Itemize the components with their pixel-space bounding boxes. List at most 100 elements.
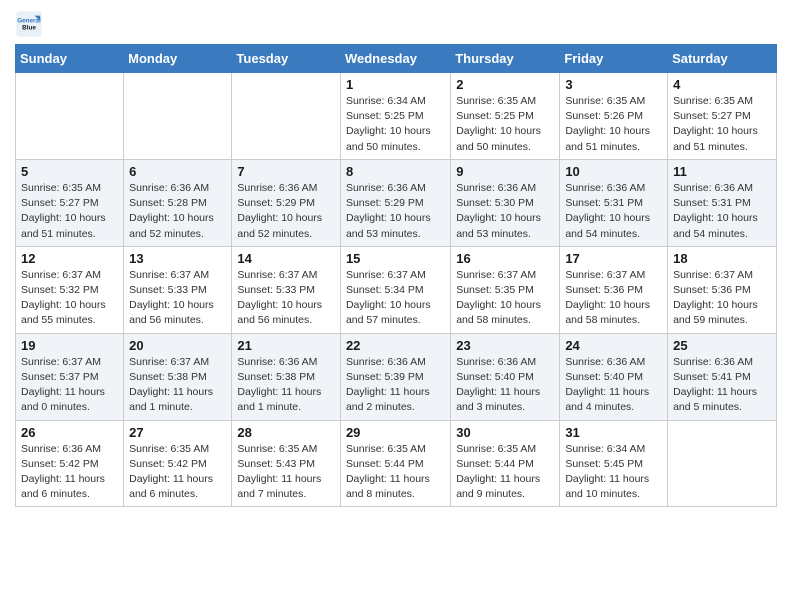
- day-info: Sunrise: 6:35 AM Sunset: 5:27 PM Dayligh…: [673, 94, 771, 155]
- day-number: 6: [129, 164, 226, 179]
- calendar-cell: 7Sunrise: 6:36 AM Sunset: 5:29 PM Daylig…: [232, 159, 341, 246]
- calendar-cell: [16, 73, 124, 160]
- day-number: 19: [21, 338, 118, 353]
- day-number: 25: [673, 338, 771, 353]
- calendar-cell: 14 Sunrise: 6:37 AM Sunset: 5:33 PM Dayli…: [232, 246, 341, 333]
- calendar-cell: 15Sunrise: 6:37 AM Sunset: 5:34 PM Dayli…: [340, 246, 450, 333]
- day-number: 18: [673, 251, 771, 266]
- day-number: 17: [565, 251, 662, 266]
- calendar-cell: 8 Sunrise: 6:36 AM Sunset: 5:29 PM Daylig…: [340, 159, 450, 246]
- day-info: Sunrise: 6:35 AM Sunset: 5:27 PM Dayligh…: [21, 181, 118, 242]
- calendar-cell: [124, 73, 232, 160]
- day-number: 3: [565, 77, 662, 92]
- calendar-cell: 19Sunrise: 6:37 AM Sunset: 5:37 PM Dayli…: [16, 333, 124, 420]
- day-number: 14: [237, 251, 335, 266]
- day-number: 31: [565, 425, 662, 440]
- calendar-cell: [232, 73, 341, 160]
- day-number: 24: [565, 338, 662, 353]
- day-number: 28: [237, 425, 335, 440]
- calendar-cell: 12Sunrise: 6:37 AM Sunset: 5:32 PM Dayli…: [16, 246, 124, 333]
- calendar-cell: 20Sunrise: 6:37 AM Sunset: 5:38 PM Dayli…: [124, 333, 232, 420]
- calendar-cell: 18 Sunrise: 6:37 AM Sunset: 5:36 PM Dayli…: [668, 246, 777, 333]
- day-info: Sunrise: 6:35 AM Sunset: 5:43 PM Dayligh…: [237, 442, 335, 503]
- header-friday: Friday: [560, 45, 668, 73]
- calendar-cell: 29Sunrise: 6:35 AM Sunset: 5:44 PM Dayli…: [340, 420, 450, 507]
- day-info: Sunrise: 6:36 AM Sunset: 5:41 PM Dayligh…: [673, 355, 771, 416]
- day-number: 23: [456, 338, 554, 353]
- calendar-cell: 17 Sunrise: 6:37 AM Sunset: 5:36 PM Dayli…: [560, 246, 668, 333]
- day-number: 26: [21, 425, 118, 440]
- day-info: Sunrise: 6:36 AM Sunset: 5:42 PM Dayligh…: [21, 442, 118, 503]
- day-number: 27: [129, 425, 226, 440]
- day-info: Sunrise: 6:36 AM Sunset: 5:29 PM Dayligh…: [346, 181, 445, 242]
- calendar-header-row: SundayMondayTuesdayWednesdayThursdayFrid…: [16, 45, 777, 73]
- calendar-cell: 11Sunrise: 6:36 AM Sunset: 5:31 PM Dayli…: [668, 159, 777, 246]
- day-info: Sunrise: 6:35 AM Sunset: 5:25 PM Dayligh…: [456, 94, 554, 155]
- calendar-cell: 24 Sunrise: 6:36 AM Sunset: 5:40 PM Dayli…: [560, 333, 668, 420]
- day-info: Sunrise: 6:36 AM Sunset: 5:30 PM Dayligh…: [456, 181, 554, 242]
- calendar-cell: 1 Sunrise: 6:34 AM Sunset: 5:25 PM Daylig…: [340, 73, 450, 160]
- day-info: Sunrise: 6:34 AM Sunset: 5:25 PM Dayligh…: [346, 94, 445, 155]
- day-number: 21: [237, 338, 335, 353]
- calendar-cell: 3 Sunrise: 6:35 AM Sunset: 5:26 PM Daylig…: [560, 73, 668, 160]
- day-info: Sunrise: 6:34 AM Sunset: 5:45 PM Dayligh…: [565, 442, 662, 503]
- svg-text:General: General: [17, 18, 41, 25]
- header-sunday: Sunday: [16, 45, 124, 73]
- calendar-cell: 2 Sunrise: 6:35 AM Sunset: 5:25 PM Daylig…: [451, 73, 560, 160]
- day-info: Sunrise: 6:36 AM Sunset: 5:38 PM Dayligh…: [237, 355, 335, 416]
- day-number: 8: [346, 164, 445, 179]
- calendar-week-1: 1 Sunrise: 6:34 AM Sunset: 5:25 PM Daylig…: [16, 73, 777, 160]
- day-info: Sunrise: 6:35 AM Sunset: 5:44 PM Dayligh…: [456, 442, 554, 503]
- day-info: Sunrise: 6:37 AM Sunset: 5:36 PM Dayligh…: [673, 268, 771, 329]
- day-info: Sunrise: 6:35 AM Sunset: 5:26 PM Dayligh…: [565, 94, 662, 155]
- calendar-week-4: 19Sunrise: 6:37 AM Sunset: 5:37 PM Dayli…: [16, 333, 777, 420]
- day-number: 1: [346, 77, 445, 92]
- day-info: Sunrise: 6:36 AM Sunset: 5:40 PM Dayligh…: [456, 355, 554, 416]
- calendar-cell: 25 Sunrise: 6:36 AM Sunset: 5:41 PM Dayli…: [668, 333, 777, 420]
- calendar-cell: 13 Sunrise: 6:37 AM Sunset: 5:33 PM Dayli…: [124, 246, 232, 333]
- day-info: Sunrise: 6:36 AM Sunset: 5:31 PM Dayligh…: [565, 181, 662, 242]
- day-number: 16: [456, 251, 554, 266]
- day-info: Sunrise: 6:37 AM Sunset: 5:33 PM Dayligh…: [237, 268, 335, 329]
- day-number: 10: [565, 164, 662, 179]
- logo: General Blue: [15, 10, 47, 38]
- day-number: 5: [21, 164, 118, 179]
- day-number: 20: [129, 338, 226, 353]
- header-thursday: Thursday: [451, 45, 560, 73]
- page-header: General Blue: [15, 10, 777, 38]
- calendar-cell: 27 Sunrise: 6:35 AM Sunset: 5:42 PM Dayli…: [124, 420, 232, 507]
- day-info: Sunrise: 6:37 AM Sunset: 5:36 PM Dayligh…: [565, 268, 662, 329]
- calendar-cell: 10 Sunrise: 6:36 AM Sunset: 5:31 PM Dayli…: [560, 159, 668, 246]
- calendar-cell: 23 Sunrise: 6:36 AM Sunset: 5:40 PM Dayli…: [451, 333, 560, 420]
- calendar-cell: 30 Sunrise: 6:35 AM Sunset: 5:44 PM Dayli…: [451, 420, 560, 507]
- calendar-cell: 4Sunrise: 6:35 AM Sunset: 5:27 PM Daylig…: [668, 73, 777, 160]
- day-number: 9: [456, 164, 554, 179]
- day-info: Sunrise: 6:36 AM Sunset: 5:39 PM Dayligh…: [346, 355, 445, 416]
- calendar-cell: 31 Sunrise: 6:34 AM Sunset: 5:45 PM Dayli…: [560, 420, 668, 507]
- day-info: Sunrise: 6:37 AM Sunset: 5:35 PM Dayligh…: [456, 268, 554, 329]
- calendar-cell: 26 Sunrise: 6:36 AM Sunset: 5:42 PM Dayli…: [16, 420, 124, 507]
- calendar-cell: 22 Sunrise: 6:36 AM Sunset: 5:39 PM Dayli…: [340, 333, 450, 420]
- calendar-week-2: 5 Sunrise: 6:35 AM Sunset: 5:27 PM Daylig…: [16, 159, 777, 246]
- day-number: 13: [129, 251, 226, 266]
- header-monday: Monday: [124, 45, 232, 73]
- day-number: 15: [346, 251, 445, 266]
- calendar-cell: 21 Sunrise: 6:36 AM Sunset: 5:38 PM Dayli…: [232, 333, 341, 420]
- day-number: 30: [456, 425, 554, 440]
- header-saturday: Saturday: [668, 45, 777, 73]
- calendar: SundayMondayTuesdayWednesdayThursdayFrid…: [15, 44, 777, 507]
- calendar-cell: 5 Sunrise: 6:35 AM Sunset: 5:27 PM Daylig…: [16, 159, 124, 246]
- day-number: 2: [456, 77, 554, 92]
- day-number: 22: [346, 338, 445, 353]
- calendar-cell: [668, 420, 777, 507]
- calendar-cell: 16 Sunrise: 6:37 AM Sunset: 5:35 PM Dayli…: [451, 246, 560, 333]
- calendar-cell: 28 Sunrise: 6:35 AM Sunset: 5:43 PM Dayli…: [232, 420, 341, 507]
- calendar-week-3: 12Sunrise: 6:37 AM Sunset: 5:32 PM Dayli…: [16, 246, 777, 333]
- calendar-week-5: 26 Sunrise: 6:36 AM Sunset: 5:42 PM Dayli…: [16, 420, 777, 507]
- day-info: Sunrise: 6:35 AM Sunset: 5:42 PM Dayligh…: [129, 442, 226, 503]
- day-info: Sunrise: 6:37 AM Sunset: 5:33 PM Dayligh…: [129, 268, 226, 329]
- day-number: 11: [673, 164, 771, 179]
- day-info: Sunrise: 6:36 AM Sunset: 5:40 PM Dayligh…: [565, 355, 662, 416]
- day-info: Sunrise: 6:36 AM Sunset: 5:28 PM Dayligh…: [129, 181, 226, 242]
- day-number: 12: [21, 251, 118, 266]
